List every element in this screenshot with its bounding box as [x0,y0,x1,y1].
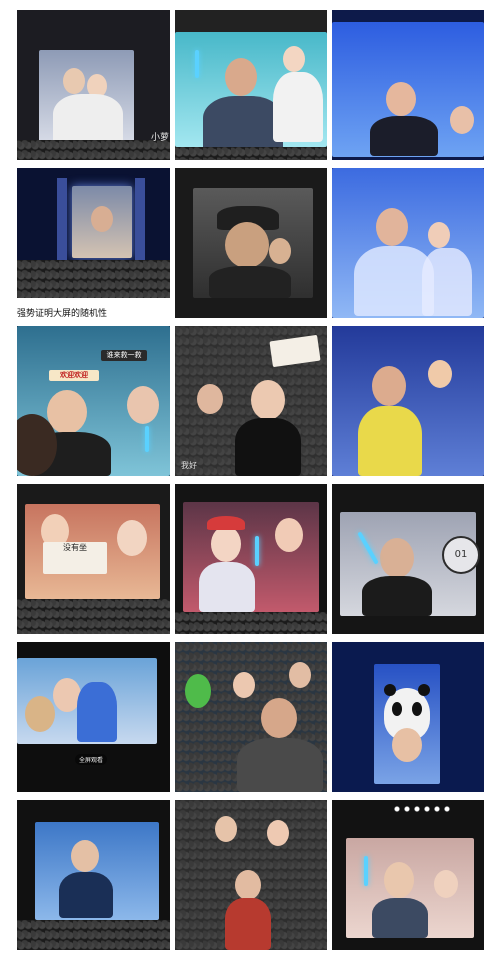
photo-tile-r5c3 [332,642,484,792]
crowd [17,599,170,634]
photo-tile-r1c3 [332,10,484,160]
panda-ear [384,684,396,696]
fan-face [267,820,289,846]
fan-body [235,418,301,476]
hat [207,516,245,530]
fan-face [289,662,311,688]
light-stick [195,50,199,78]
watermark-text: 小萝 [151,133,170,143]
photo-tile-r4c1: 没有坐 [17,484,170,634]
crowd [17,260,170,298]
crowd [17,140,170,160]
fan-face [251,380,285,420]
fan-body [370,116,438,156]
photo-tile-r4c2 [175,484,327,634]
panda-eye [392,702,402,716]
fan-face [380,538,414,578]
light-stick [364,856,368,886]
fan-face [127,386,159,424]
hand [269,238,291,264]
fan-body [362,576,432,616]
fan-body [237,738,323,792]
stage-tower [135,178,145,268]
fan-face [197,384,223,414]
fan-face [376,208,408,246]
photo-tile-r1c1: 小萝 [17,10,170,160]
fan-sign: 没有坐 [43,542,107,574]
badge-number: 01 [454,549,468,560]
fan-face [225,58,257,96]
fan-face [261,698,297,738]
fan-face [91,206,113,232]
crowd [17,920,170,950]
crowd [175,612,327,634]
photo-tile-r2c2 [175,168,327,318]
photo-tile-r4c3: 01 [332,484,484,634]
fullscreen-caption: 全屏观看 [75,754,108,765]
fan-body [372,898,428,938]
fan-face [71,840,99,872]
stage-tower [57,178,67,268]
fan-face [233,672,255,698]
fan-face [275,518,303,552]
fan-face [215,816,237,842]
fan-face [283,46,305,72]
panda-eye [412,702,422,716]
fan-body [225,898,271,950]
photo-tile-r3c2: 我好 [175,326,327,476]
fan-face [428,222,450,248]
photo-tile-r2c3 [332,168,484,318]
fan-face [386,82,416,116]
crowd [175,147,327,160]
fan-body [273,72,323,142]
fan-face [428,360,452,388]
fan-body [59,872,113,918]
photo-tile-r6c3 [332,800,484,950]
fan-face [117,520,147,556]
panda-ear [418,684,430,696]
fan-face [25,696,55,732]
fan-face [63,68,85,94]
photo-tile-r1c2 [175,10,327,160]
light-stick [145,426,149,452]
fan-body [203,96,283,151]
light-stick [255,536,259,566]
fan-body [77,682,117,742]
fan-face [235,870,261,900]
fan-face [211,526,241,562]
fan-face [392,728,422,762]
fan-face [225,222,269,268]
stage-lights [392,806,452,812]
overlay-caption: 我好 [181,461,197,470]
fan-face [384,862,414,898]
green-mask [185,674,211,708]
photo-tile-r3c1: 欢迎欢迎 谁来救一救 [17,326,170,476]
fan-sign: 欢迎欢迎 [49,370,99,381]
photo-tile-r5c2 [175,642,327,792]
fan-body [358,406,422,476]
raincoat [422,248,472,316]
photo-tile-r6c1 [17,800,170,950]
fan-body [209,266,291,298]
badge-circle: 01 [442,536,480,574]
fan-body [53,94,123,144]
photo-tile-r5c1: 全屏观看 [17,642,170,792]
photo-tile-r3c3 [332,326,484,476]
fan-face [434,870,458,898]
fan-body [199,562,255,612]
fan-face [450,106,474,134]
photo-tile-r2c1 [17,168,170,298]
fan-sign: 谁来救一救 [101,350,147,361]
collage-caption: 强势证明大屏的随机性 [17,309,108,319]
photo-tile-r6c2 [175,800,327,950]
fan-face [372,366,406,406]
